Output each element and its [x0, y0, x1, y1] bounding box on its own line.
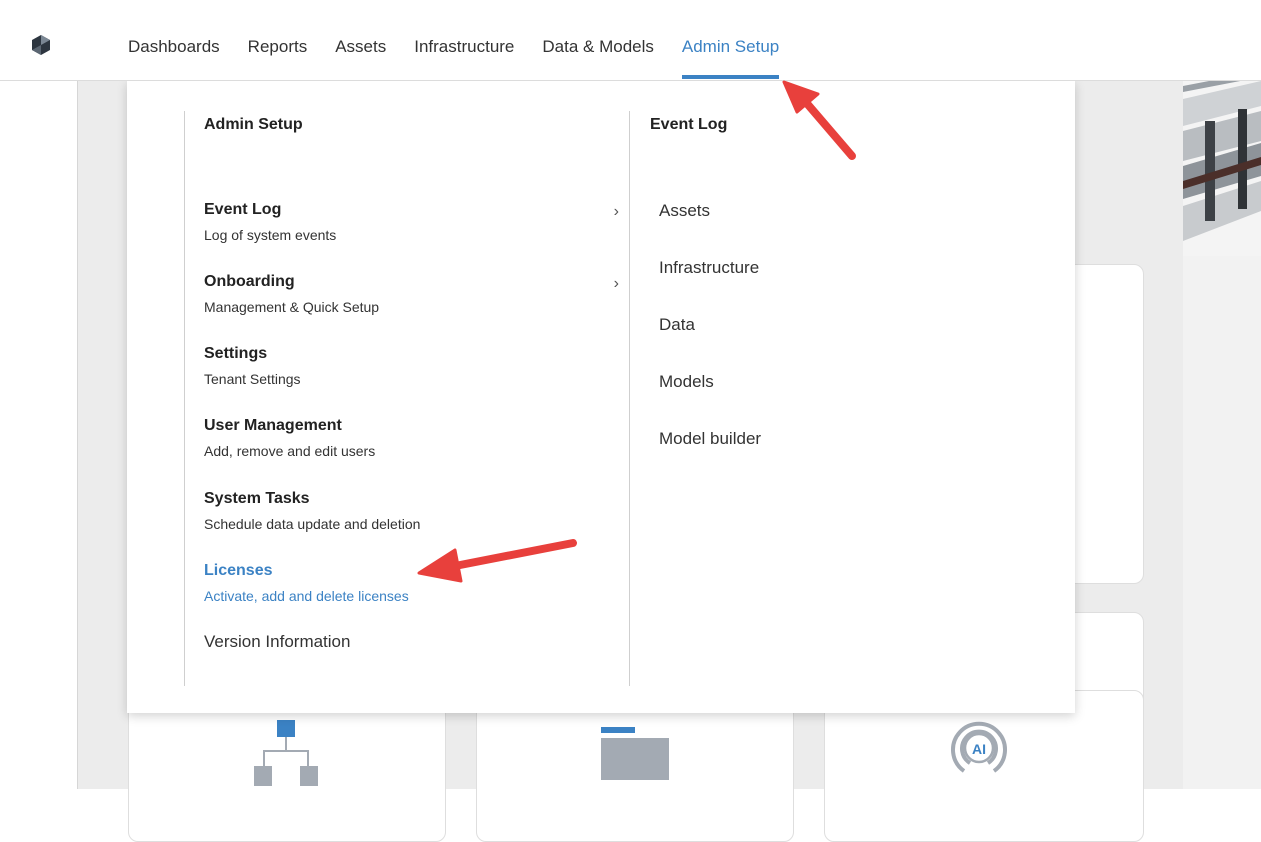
menu-item-title: Settings: [204, 345, 268, 362]
left-column-divider: [184, 111, 185, 686]
chevron-right-icon: ›: [613, 275, 619, 292]
submenu-item-infrastructure[interactable]: Infrastructure: [659, 258, 759, 278]
menu-item-licenses[interactable]: Licenses Activate, add and delete licens…: [204, 561, 619, 605]
menu-item-title: Licenses: [204, 562, 273, 579]
nav-dashboards[interactable]: Dashboards: [128, 37, 220, 57]
version-information-label: Version Information: [204, 632, 351, 651]
submenu-item-data[interactable]: Data: [659, 315, 695, 335]
nav-admin-setup[interactable]: Admin Setup: [681, 37, 780, 79]
hero-image: [1183, 81, 1261, 256]
right-column-divider: [629, 111, 630, 686]
menu-item-desc: Add, remove and edit users: [204, 443, 376, 459]
menu-item-desc: Tenant Settings: [204, 371, 301, 387]
menu-item-user-management[interactable]: User Management Add, remove and edit use…: [204, 416, 619, 460]
dropdown-right-title: Event Log: [650, 116, 728, 133]
menu-item-title: Event Log: [204, 201, 282, 218]
admin-setup-dropdown: Admin Setup Event Log Event Log Log of s…: [127, 81, 1075, 713]
menu-item-title: Onboarding: [204, 273, 295, 290]
submenu-item-assets[interactable]: Assets: [659, 201, 710, 221]
logo-icon[interactable]: [30, 34, 52, 56]
menu-item-settings[interactable]: Settings Tenant Settings: [204, 344, 619, 388]
menu-item-event-log[interactable]: Event Log Log of system events ›: [204, 200, 619, 244]
menu-item-desc: Log of system events: [204, 227, 337, 243]
folder-icon: [601, 727, 669, 780]
submenu-item-models[interactable]: Models: [659, 372, 714, 392]
menu-item-onboarding[interactable]: Onboarding Management & Quick Setup ›: [204, 272, 619, 316]
top-navigation-bar: Dashboards Reports Assets Infrastructure…: [0, 0, 1261, 81]
dropdown-left-title: Admin Setup: [204, 116, 303, 133]
menu-item-system-tasks[interactable]: System Tasks Schedule data update and de…: [204, 489, 619, 533]
menu-item-desc: Management & Quick Setup: [204, 299, 380, 315]
menu-item-version-information[interactable]: Version Information: [204, 632, 619, 652]
menu-item-desc: Schedule data update and deletion: [204, 516, 421, 532]
submenu-item-model-builder[interactable]: Model builder: [659, 429, 761, 449]
nav-assets[interactable]: Assets: [335, 37, 386, 57]
ai-icon: AI: [951, 721, 1007, 773]
ai-icon-label: AI: [972, 741, 986, 757]
nav-infrastructure[interactable]: Infrastructure: [414, 37, 514, 57]
nav-data-models[interactable]: Data & Models: [542, 37, 654, 57]
main-nav: Dashboards Reports Assets Infrastructure…: [128, 37, 807, 79]
hierarchy-icon: [254, 720, 318, 786]
menu-item-title: System Tasks: [204, 490, 310, 507]
menu-item-desc: Activate, add and delete licenses: [204, 588, 409, 604]
nav-reports[interactable]: Reports: [248, 37, 308, 57]
chevron-right-icon: ›: [613, 203, 619, 220]
menu-item-title: User Management: [204, 417, 342, 434]
